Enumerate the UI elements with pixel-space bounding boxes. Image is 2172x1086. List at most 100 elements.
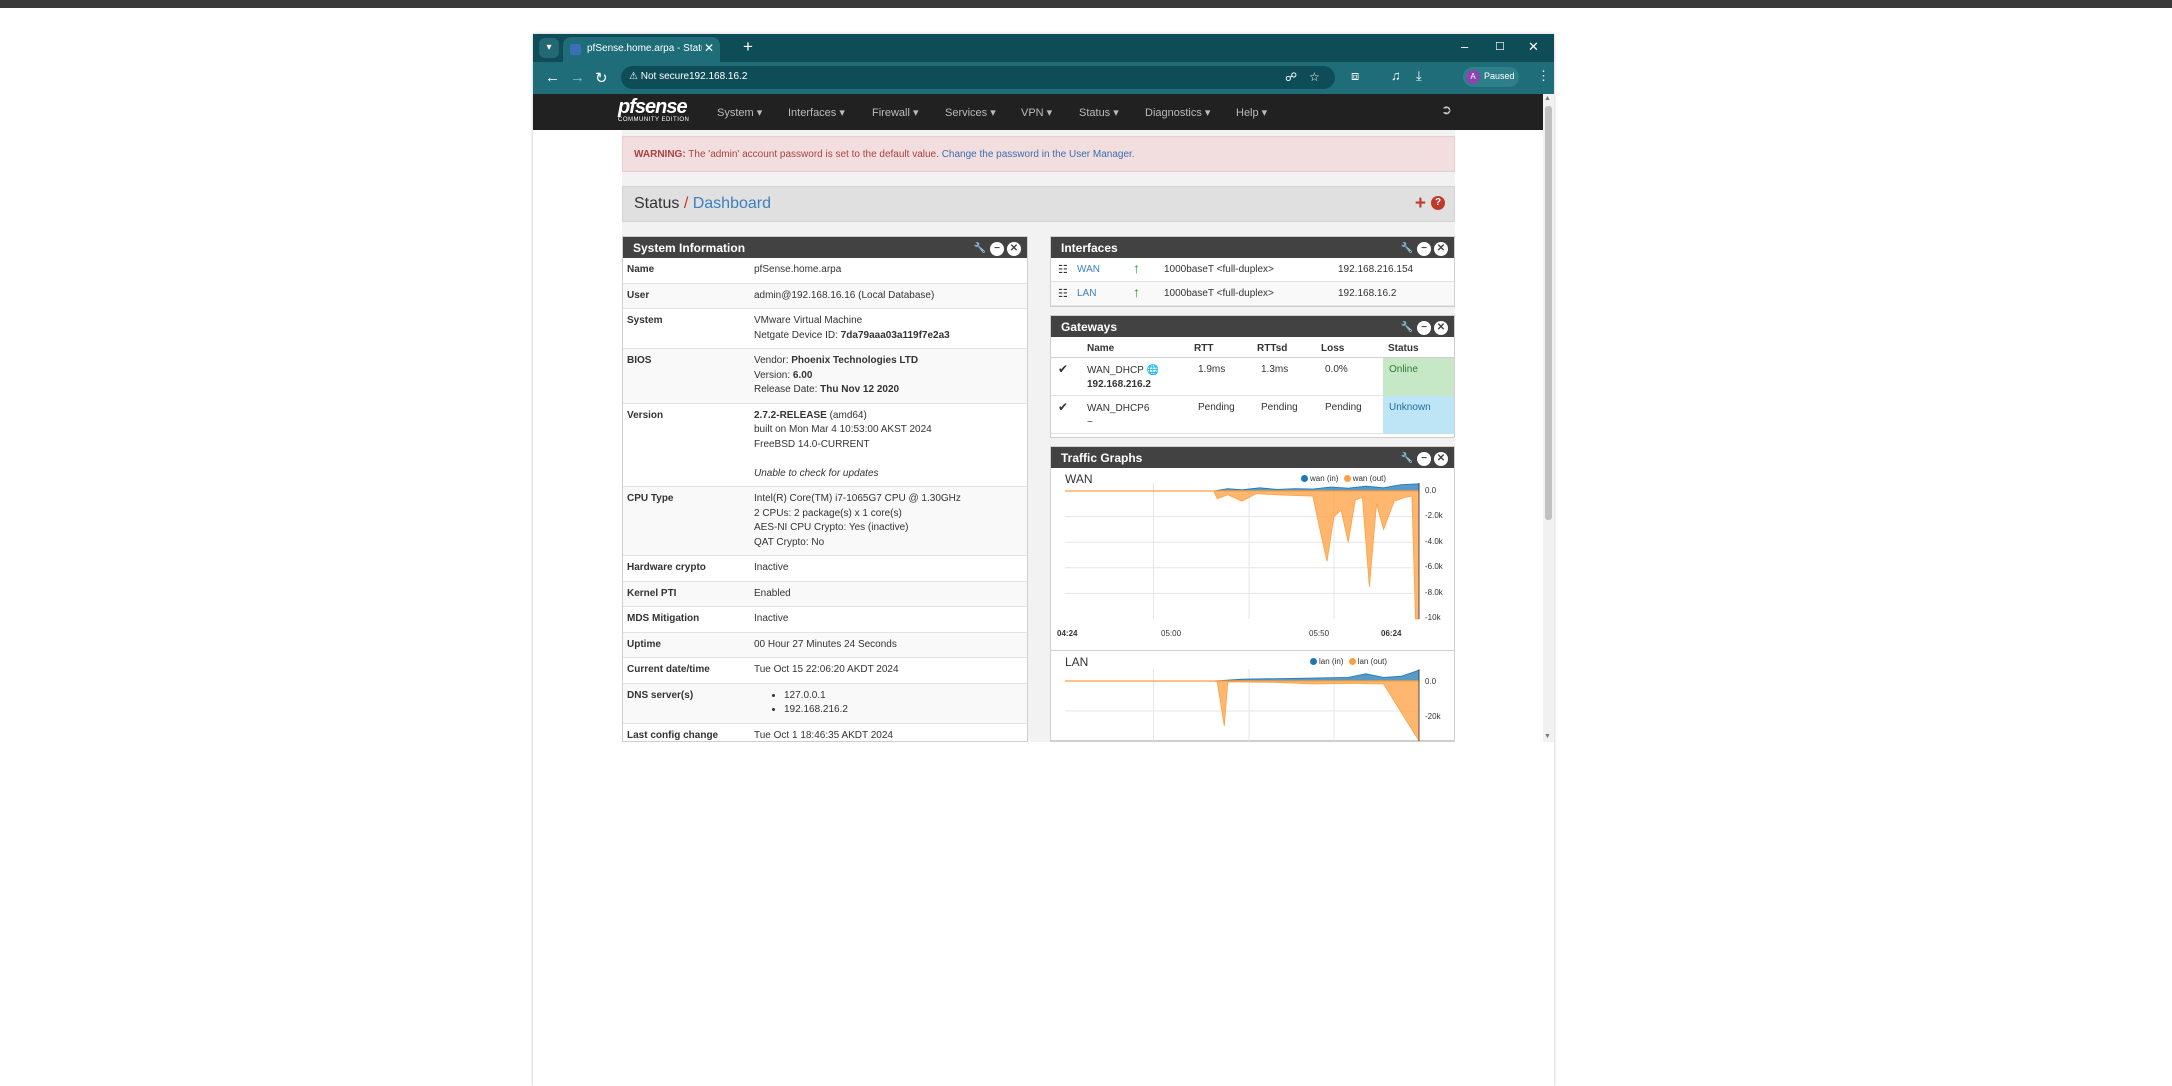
logout-icon[interactable]: ➲ <box>1441 102 1452 118</box>
close-panel-icon[interactable]: ✕ <box>1007 242 1021 256</box>
y-tick-label: -20k <box>1425 712 1441 721</box>
panel-heading: Traffic Graphs 🔧 − ✕ <box>1051 447 1454 468</box>
tab-search-icon[interactable]: ▾ <box>539 38 559 58</box>
menu-status[interactable]: Status ▾ <box>1079 106 1119 119</box>
bookmark-star-icon[interactable]: ☆ <box>1309 70 1320 84</box>
y-tick-label: -6.0k <box>1425 562 1443 571</box>
wrench-icon[interactable]: 🔧 <box>1400 321 1414 335</box>
x-tick-label: 05:00 <box>1161 629 1182 638</box>
scroll-up-icon[interactable]: ▲ <box>1544 95 1551 102</box>
breadcrumb-separator: / <box>683 195 689 212</box>
table-row: Hardware crypto Inactive <box>623 556 1027 582</box>
lan-graph: LAN lan (in) lan (out) 0.0 -20k <box>1051 651 1455 741</box>
interfaces-panel: Interfaces 🔧 − ✕ ☷ WAN ↑ 1000baseT <full-d… <box>1050 236 1455 307</box>
menu-services[interactable]: Services ▾ <box>945 106 996 119</box>
menu-interfaces[interactable]: Interfaces ▾ <box>788 106 845 119</box>
menu-vpn[interactable]: VPN ▾ <box>1021 106 1052 119</box>
close-icon[interactable]: ✕ <box>704 41 714 55</box>
series-area-in <box>1065 483 1420 492</box>
table-row: Current date/time Tue Oct 15 22:06:20 AKD… <box>623 658 1027 684</box>
tab-dashboard[interactable]: pfSense.home.arpa - Status: Dashboard ✕ <box>563 37 720 62</box>
legend-dot-icon <box>1343 475 1351 482</box>
add-widget-icon[interactable]: + <box>1415 193 1426 215</box>
gateways-header-row: Name RTT RTTsd Loss Status <box>1051 337 1454 358</box>
panel-heading: Interfaces 🔧 − ✕ <box>1051 237 1454 258</box>
table-row: ☷ LAN ↑ 1000baseT <full-duplex> 192.168.… <box>1051 282 1454 306</box>
pfsense-logo[interactable]: pfsense COMMUNITY EDITION <box>618 96 689 123</box>
chart-legend[interactable]: lan (in) lan (out) <box>1310 657 1387 666</box>
menu-diagnostics[interactable]: Diagnostics ▾ <box>1145 106 1210 119</box>
menu-firewall[interactable]: Firewall ▾ <box>872 106 918 119</box>
more-menu-icon[interactable]: ⋮ <box>1537 68 1550 84</box>
breadcrumb: Status / Dashboard + ? <box>622 186 1455 222</box>
panel-title: Interfaces <box>1061 241 1118 255</box>
lan-traffic-chart <box>1065 669 1420 741</box>
panel-title: Gateways <box>1061 320 1118 334</box>
status-badge: Online <box>1383 358 1454 396</box>
network-icon: ☷ <box>1058 288 1068 300</box>
forward-icon[interactable]: → <box>570 69 585 86</box>
interfaces-table: ☷ WAN ↑ 1000baseT <full-duplex> 192.168.… <box>1051 258 1454 306</box>
menu-system[interactable]: System ▾ <box>717 106 762 119</box>
scroll-down-icon[interactable]: ▼ <box>1544 733 1551 740</box>
wan-traffic-chart <box>1065 483 1420 620</box>
extensions-icon[interactable]: ⧈ <box>1351 68 1359 84</box>
panel-heading: System Information 🔧 − ✕ <box>623 237 1027 258</box>
wrench-icon[interactable]: 🔧 <box>1400 452 1414 466</box>
wrench-icon[interactable]: 🔧 <box>973 242 987 256</box>
y-tick-label: 0.0 <box>1425 677 1437 686</box>
table-row: ☷ WAN ↑ 1000baseT <full-duplex> 192.168.… <box>1051 258 1454 282</box>
close-panel-icon[interactable]: ✕ <box>1434 321 1448 335</box>
status-up-icon: ↑ <box>1133 284 1140 300</box>
menu-help[interactable]: Help ▾ <box>1236 106 1267 119</box>
minimize-icon[interactable]: – <box>1461 39 1468 54</box>
user-manager-link[interactable]: Change the password in the User Manager. <box>942 149 1135 160</box>
os-top-strip <box>0 0 2172 8</box>
close-panel-icon[interactable]: ✕ <box>1434 242 1448 256</box>
pfsense-navbar: pfsense COMMUNITY EDITION System ▾ Inter… <box>533 94 1543 130</box>
minimize-panel-icon[interactable]: − <box>990 242 1004 256</box>
minimize-panel-icon[interactable]: − <box>1417 242 1431 256</box>
reload-icon[interactable]: ↻ <box>595 69 608 87</box>
x-tick-label: 04:24 <box>1057 629 1078 638</box>
legend-dot-icon <box>1301 475 1308 482</box>
panel-heading: Gateways 🔧 − ✕ <box>1051 316 1454 337</box>
panel-title: System Information <box>633 241 746 255</box>
not-secure-badge[interactable]: ⚠ Not secure <box>629 71 689 82</box>
minimize-panel-icon[interactable]: − <box>1417 321 1431 335</box>
download-icon[interactable]: ⤓ <box>1416 68 1422 84</box>
address-bar[interactable]: ⚠ Not secure 192.168.16.2 ☍ ☆ <box>621 66 1335 89</box>
vertical-scrollbar[interactable]: ▲ ▼ <box>1543 94 1554 742</box>
series-area-out <box>1065 490 1420 620</box>
tab-title: pfSense.home.arpa - Status: Dashboard <box>587 43 702 54</box>
interface-link-wan[interactable]: WAN <box>1077 264 1100 275</box>
legend-dot-icon <box>1310 658 1317 665</box>
profile-button[interactable]: A Paused <box>1463 67 1519 87</box>
minimize-panel-icon[interactable]: − <box>1417 452 1431 466</box>
scroll-thumb[interactable] <box>1545 106 1552 520</box>
media-icon[interactable]: ♫ <box>1391 68 1401 83</box>
table-row: ✔ WAN_DHCP6 ~ Pending Pending Pending Unk… <box>1051 396 1454 434</box>
table-row: MDS Mitigation Inactive <box>623 607 1027 633</box>
chart-title: LAN <box>1065 655 1089 669</box>
window-close-icon[interactable]: ✕ <box>1528 39 1539 55</box>
globe-icon: 🌐 <box>1146 365 1159 376</box>
wrench-icon[interactable]: 🔧 <box>1400 242 1414 256</box>
breadcrumb-dashboard[interactable]: Dashboard <box>693 195 771 212</box>
default-password-warning: WARNING: The 'admin' account password is… <box>622 136 1455 172</box>
table-row: Name pfSense.home.arpa <box>623 258 1027 284</box>
table-row: Kernel PTI Enabled <box>623 581 1027 607</box>
maximize-icon[interactable]: ☐ <box>1495 40 1505 53</box>
table-row: Last config change Tue Oct 1 18:46:35 AKD… <box>623 724 1027 743</box>
close-panel-icon[interactable]: ✕ <box>1434 452 1448 466</box>
chart-legend[interactable]: wan (in) wan (out) <box>1301 474 1386 483</box>
help-icon[interactable]: ? <box>1431 196 1445 210</box>
table-row: CPU Type Intel(R) Core(TM) i7-1065G7 CPU … <box>623 487 1027 556</box>
interface-link-lan[interactable]: LAN <box>1077 288 1096 299</box>
avatar: A <box>1466 70 1480 84</box>
table-row: User admin@192.168.16.16 (Local Database) <box>623 283 1027 309</box>
back-icon[interactable]: ← <box>545 69 560 86</box>
password-key-icon[interactable]: ☍ <box>1285 70 1297 84</box>
new-tab-button[interactable]: + <box>743 37 753 57</box>
browser-window: ▾ pfSense.home.arpa - Status: Dashboard … <box>533 34 1554 1086</box>
